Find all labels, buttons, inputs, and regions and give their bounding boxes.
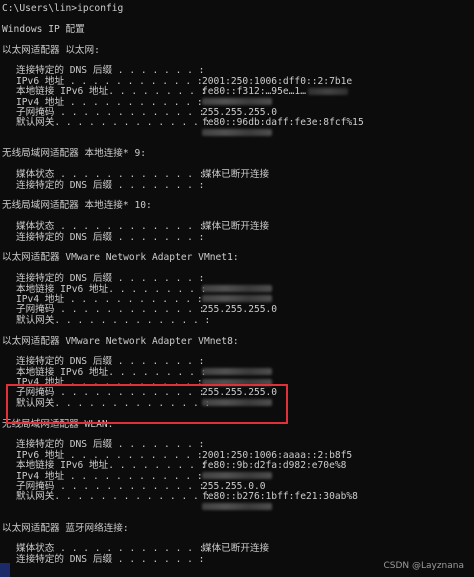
row-value: 媒体已断开连接 — [202, 221, 270, 233]
row-value: 媒体已断开连接 — [202, 169, 270, 181]
adapter-title: 无线局域网适配器 本地连接* 9: — [2, 148, 147, 160]
row-label: 连接特定的 DNS 后缀 . . . . . . . : — [16, 553, 205, 565]
redacted-value — [202, 285, 272, 293]
row-label: 默认网关. . . . . . . . . . . . . : — [16, 491, 211, 503]
row-label: 连接特定的 DNS 后缀 . . . . . . . : — [16, 179, 205, 191]
watermark: CSDN @Layznana — [383, 561, 464, 571]
redacted-value — [202, 378, 272, 386]
output-heading: Windows IP 配置 — [2, 23, 85, 35]
row-value: fe80::96db:daff:fe3e:8fcf%15 — [202, 117, 364, 129]
row-label: 默认网关. . . . . . . . . . . . . : — [16, 117, 211, 129]
row-value: 媒体已断开连接 — [202, 543, 270, 555]
row-label: 连接特定的 DNS 后缀 . . . . . . . : — [16, 273, 205, 285]
redacted-value — [202, 472, 272, 480]
redacted-value — [202, 295, 272, 303]
corner-mark — [0, 563, 10, 577]
adapter-row: 连接特定的 DNS 后缀 . . . . . . . : — [2, 273, 474, 285]
adapter-title: 以太网适配器 以太网: — [2, 44, 100, 56]
adapter-row — [2, 503, 474, 513]
terminal-window[interactable]: C:\Users\lin>ipconfig Windows IP 配置 以太网适… — [0, 0, 474, 577]
row-label: 默认网关. . . . . . . . . . . . . : — [16, 397, 211, 409]
redacted-value — [202, 368, 272, 376]
adapter-title: 以太网适配器 VMware Network Adapter VMnet1: — [2, 252, 239, 264]
row-label: 默认网关. . . . . . . . . . . . . : — [16, 314, 211, 326]
adapter-list: 以太网适配器 以太网: 连接特定的 DNS 后缀 . . . . . . . :I… — [2, 44, 474, 576]
adapter-row: 默认网关. . . . . . . . . . . . . :fe80::96d… — [2, 117, 474, 129]
redacted-value — [202, 399, 272, 407]
row-value: fe80::f312:…95e…1… — [202, 86, 306, 98]
adapter-row: 本地链接 IPv6 地址. . . . . . . . :fe80::f312:… — [2, 86, 474, 98]
row-label: 本地链接 IPv6 地址. . . . . . . . : — [16, 86, 207, 98]
redacted-value — [202, 503, 272, 511]
adapter-title: 无线局域网适配器 WLAN: — [2, 418, 114, 430]
row-value: 255.255.255.0 — [202, 387, 278, 399]
redacted-value — [202, 129, 272, 137]
redacted-value — [202, 98, 272, 106]
adapter-row: 连接特定的 DNS 后缀 . . . . . . . : — [2, 179, 474, 191]
command-prompt-line: C:\Users\lin>ipconfig — [2, 3, 124, 14]
row-value: fe80::b276:1bff:fe21:30ab%8 — [202, 491, 358, 503]
adapter-row: 默认网关. . . . . . . . . . . . . : — [2, 397, 474, 409]
redacted-value — [307, 87, 348, 95]
adapter-row — [2, 129, 474, 139]
adapter-row: 默认网关. . . . . . . . . . . . . : — [2, 314, 474, 326]
adapter-title: 以太网适配器 蓝牙网络连接: — [2, 522, 129, 534]
row-value: fe80::9b:d2fa:d982:e70e%8 — [202, 460, 347, 472]
row-value: 255.255.255.0 — [202, 304, 278, 316]
adapter-row: 默认网关. . . . . . . . . . . . . :fe80::b27… — [2, 491, 474, 503]
adapter-title: 以太网适配器 VMware Network Adapter VMnet8: — [2, 335, 239, 347]
adapter-row: 连接特定的 DNS 后缀 . . . . . . . : — [2, 231, 474, 243]
row-label: 连接特定的 DNS 后缀 . . . . . . . : — [16, 231, 205, 243]
adapter-title: 无线局域网适配器 本地连接* 10: — [2, 200, 152, 212]
